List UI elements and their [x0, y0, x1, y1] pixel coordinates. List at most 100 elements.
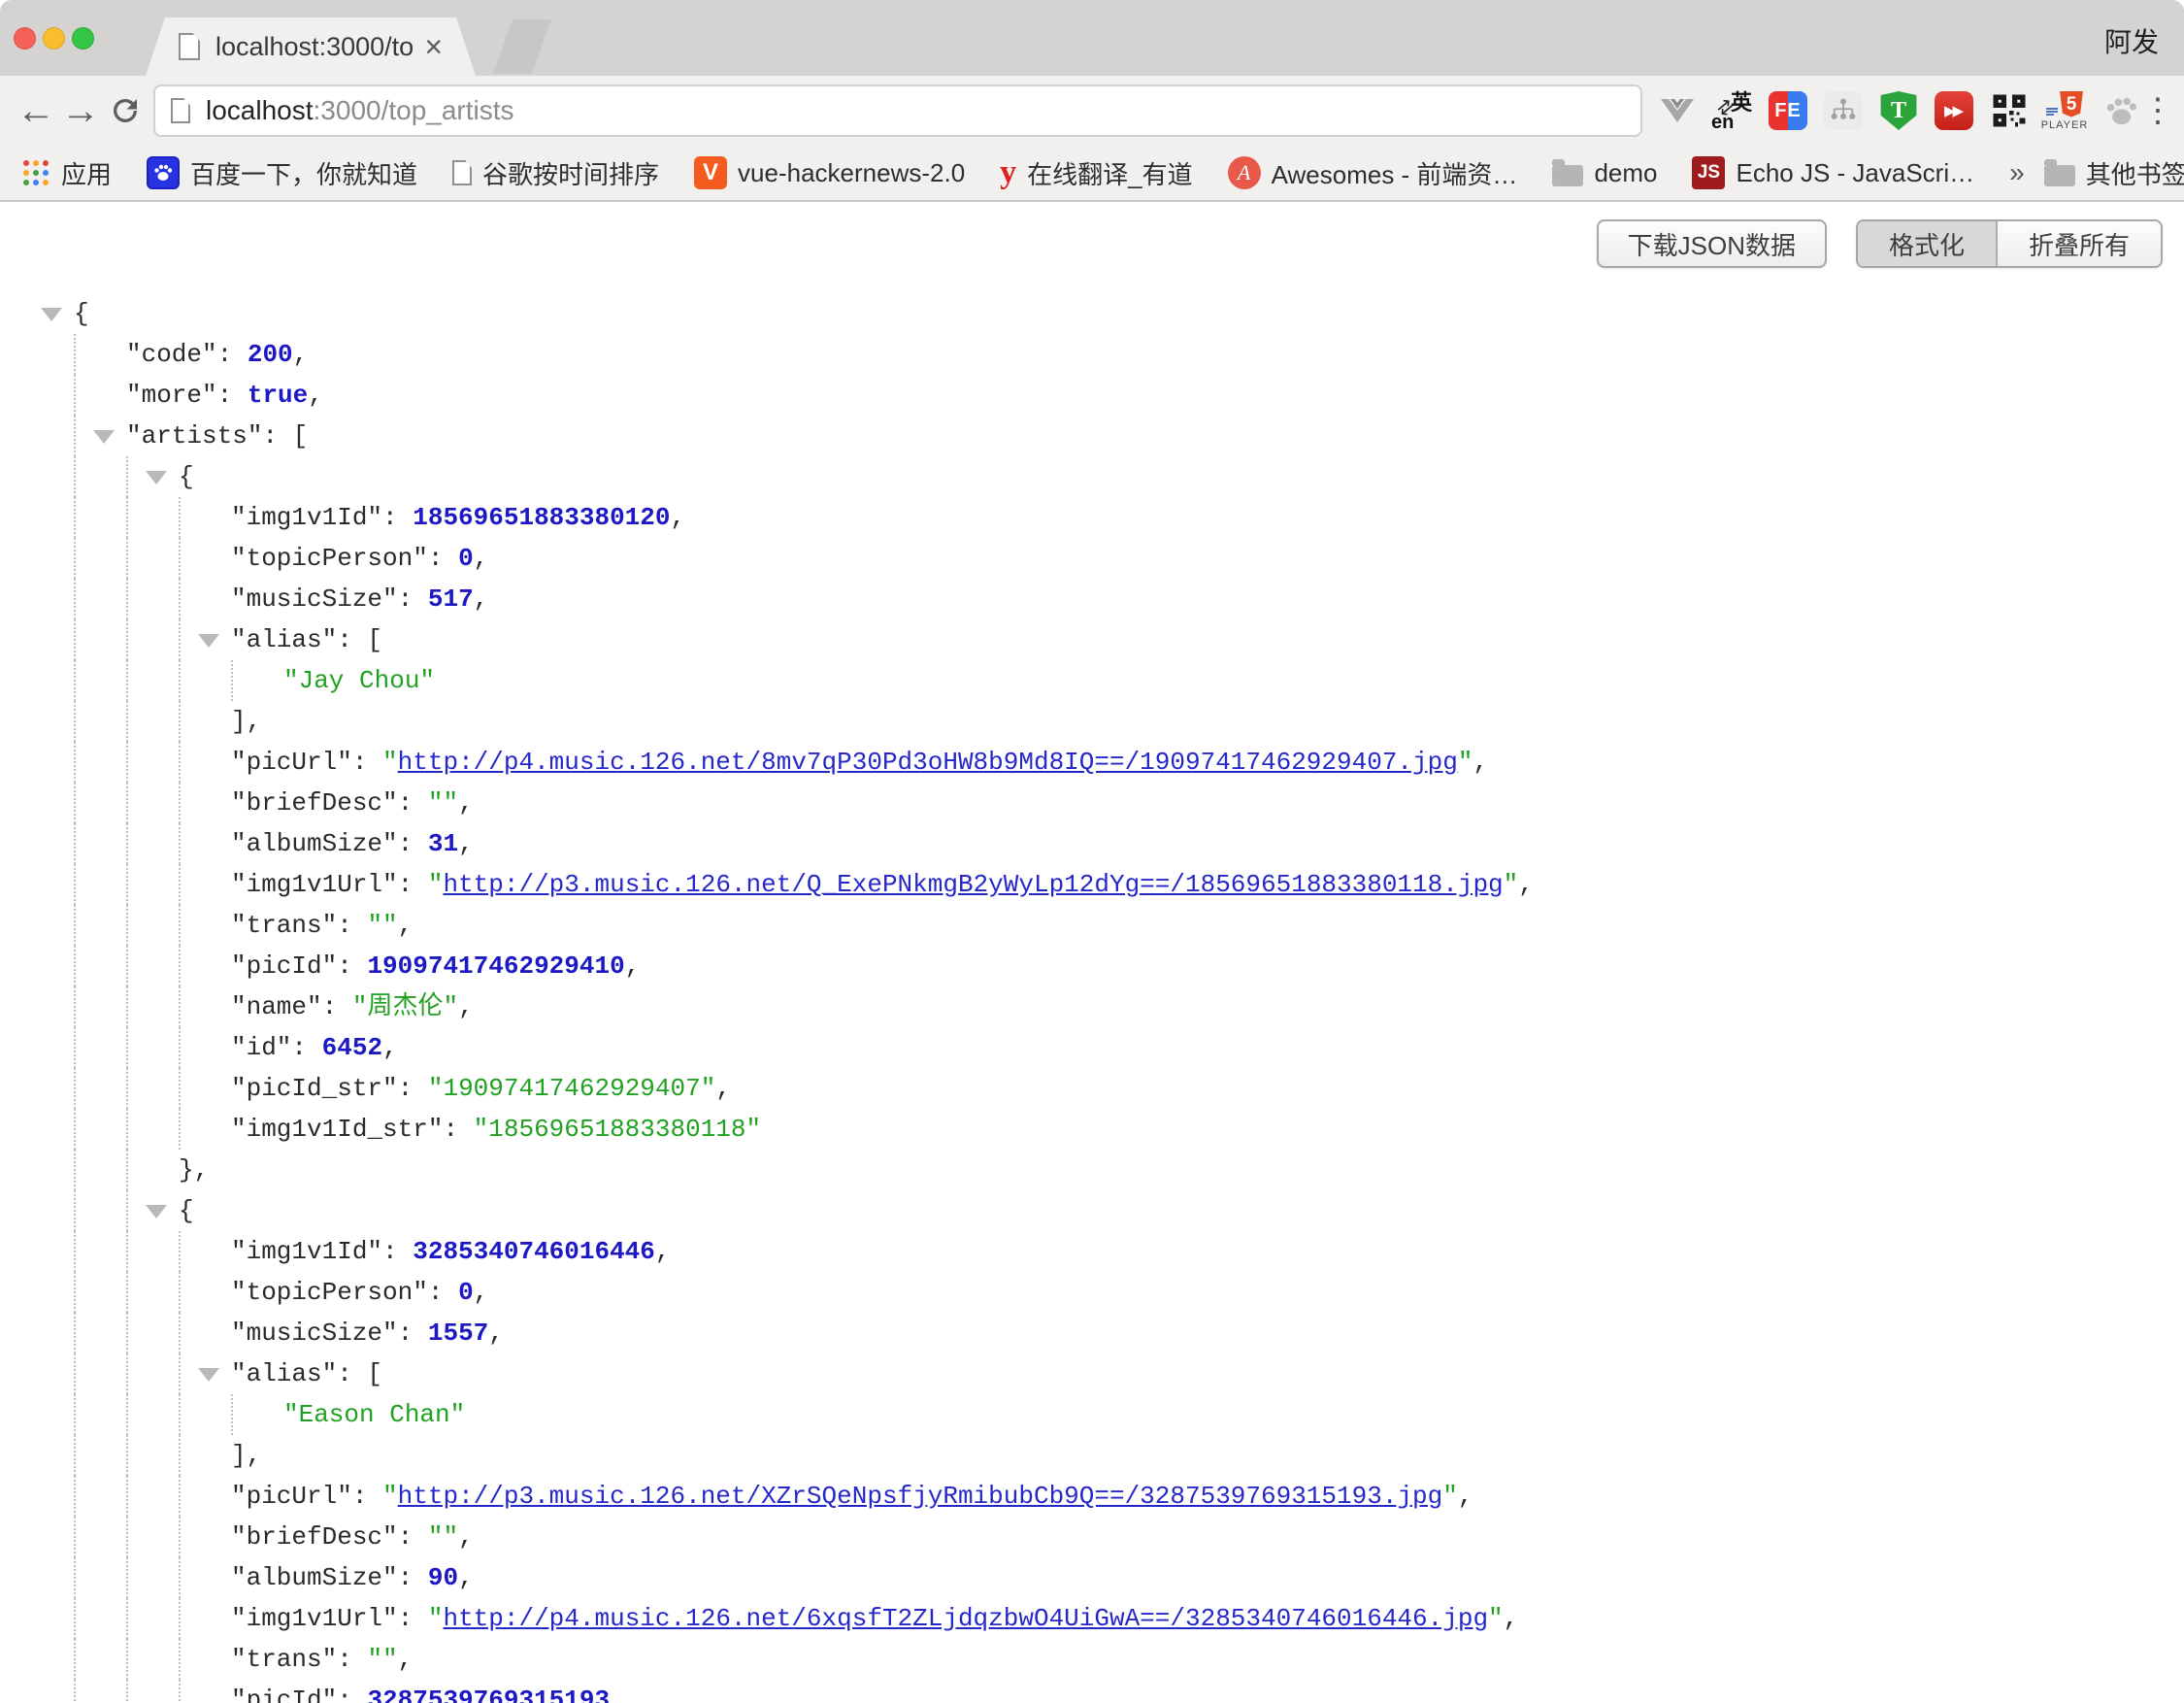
- download-json-button[interactable]: 下载JSON数据: [1597, 219, 1827, 268]
- indent-guide: [74, 946, 76, 986]
- view-mode-segmented-control: 格式化 折叠所有: [1856, 219, 2163, 268]
- address-bar[interactable]: localhost:3000/top_artists: [153, 84, 1642, 137]
- json-url-link[interactable]: http://p3.music.126.net/XZrSQeNpsfjyRmib…: [398, 1482, 1443, 1511]
- json-token-n: 3287539769315193: [367, 1686, 610, 1703]
- indent-guide: [179, 538, 181, 579]
- qrcode-extension-icon[interactable]: [1988, 87, 2031, 134]
- json-url-link[interactable]: http://p4.music.126.net/8mv7qP30Pd3oHW8b…: [398, 748, 1458, 777]
- json-token-k: "more": [126, 381, 217, 410]
- json-token-s: "周杰伦": [352, 992, 458, 1021]
- bookmark-baidu[interactable]: 百度一下，你就知道: [147, 155, 417, 191]
- json-url-link[interactable]: http://p4.music.126.net/6xqsfT2ZLjdqzbwO…: [443, 1604, 1488, 1633]
- fullscreen-window-button[interactable]: [72, 27, 94, 50]
- indent-guide: [74, 742, 76, 783]
- json-line: "musicSize": 517,: [0, 579, 2184, 619]
- video-fastforward-icon[interactable]: ▶▶: [1933, 87, 1975, 134]
- active-tab[interactable]: localhost:3000/top_artists ×: [146, 17, 476, 76]
- json-token-s: ": [428, 870, 444, 899]
- indent-guide: [126, 497, 128, 538]
- reload-button[interactable]: [103, 93, 148, 128]
- json-line: "Jay Chou": [0, 660, 2184, 701]
- indent-guide: [179, 1068, 181, 1109]
- json-url-link[interactable]: http://p3.music.126.net/Q_ExePNkmgB2yWyL…: [443, 870, 1503, 899]
- json-line: "trans": "",: [0, 1639, 2184, 1680]
- json-token-p: {: [74, 299, 89, 328]
- json-token-p: :: [398, 1522, 428, 1552]
- collapse-all-button[interactable]: 折叠所有: [1996, 221, 2161, 266]
- json-token-n: 3285340746016446: [413, 1237, 655, 1266]
- bookmark-awesomes[interactable]: A Awesomes - 前端资…: [1228, 155, 1518, 191]
- tab-strip: localhost:3000/top_artists × 阿发: [0, 0, 2184, 76]
- translate-extension-icon[interactable]: 英 en ⇄: [1711, 87, 1754, 134]
- json-line: {: [0, 456, 2184, 497]
- json-token-p: :: [398, 1604, 428, 1633]
- collapse-arrow-icon[interactable]: [198, 634, 219, 648]
- other-bookmarks[interactable]: 其他书签: [2044, 155, 2184, 191]
- collapse-arrow-icon[interactable]: [198, 1368, 219, 1382]
- bookmark-google-sort[interactable]: 谷歌按时间排序: [452, 155, 659, 191]
- indent-guide: [74, 497, 76, 538]
- json-token-p: : [: [337, 1359, 382, 1388]
- bookmarks-overflow-chevron[interactable]: »: [2009, 157, 2025, 188]
- browser-menu-button[interactable]: ⋮: [2141, 91, 2170, 130]
- bookmark-youdao[interactable]: y 在线翻译_有道: [1000, 155, 1192, 191]
- html5-player-icon[interactable]: 5 PLAYER: [2043, 87, 2086, 134]
- indent-guide: [126, 579, 128, 619]
- json-token-n: 19097417462929410: [367, 952, 624, 981]
- json-token-k: "name": [231, 992, 322, 1021]
- json-token-n: 0: [458, 1278, 474, 1307]
- tampermonkey-icon[interactable]: T: [1877, 87, 1920, 134]
- json-token-s: "Jay Chou": [283, 666, 435, 695]
- fe-extension-icon[interactable]: FE: [1767, 87, 1809, 134]
- indent-guide: [126, 1190, 128, 1231]
- bookmark-echojs[interactable]: JS Echo JS - JavaScri…: [1692, 156, 1974, 189]
- indent-guide: [179, 1639, 181, 1680]
- new-tab-button[interactable]: [493, 19, 551, 74]
- json-token-k: "topicPerson": [231, 1278, 428, 1307]
- bookmark-demo-folder[interactable]: demo: [1552, 158, 1657, 188]
- profile-name[interactable]: 阿发: [2104, 21, 2159, 60]
- indent-guide: [126, 619, 128, 660]
- forward-button[interactable]: →: [58, 91, 103, 130]
- json-token-p: ,: [474, 584, 489, 614]
- json-line: "picId_str": "19097417462929407",: [0, 1068, 2184, 1109]
- json-token-p: :: [398, 1074, 428, 1103]
- json-token-p: ],: [231, 707, 261, 736]
- tab-close-icon[interactable]: ×: [424, 31, 443, 62]
- collapse-arrow-icon[interactable]: [146, 1205, 167, 1219]
- indent-guide: [179, 579, 181, 619]
- json-token-p: :: [398, 1319, 428, 1348]
- close-window-button[interactable]: [14, 27, 36, 50]
- indent-guide: [74, 538, 76, 579]
- sitemap-extension-icon[interactable]: [1822, 87, 1865, 134]
- bookmark-vue-hackernews[interactable]: V vue-hackernews-2.0: [694, 156, 965, 189]
- paw-extension-icon[interactable]: [2099, 87, 2141, 134]
- json-token-n: 90: [428, 1563, 458, 1592]
- indent-guide: [74, 1435, 76, 1476]
- json-token-n: 18569651883380120: [413, 503, 670, 532]
- extension-icons: 英 en ⇄ FE T ▶▶: [1656, 87, 2141, 134]
- json-token-k: "trans": [231, 911, 337, 940]
- json-token-k: "briefDesc": [231, 788, 398, 818]
- json-token-p: :: [398, 829, 428, 858]
- indent-guide: [179, 1680, 181, 1703]
- indent-guide: [126, 1639, 128, 1680]
- json-token-p: ,: [1504, 1604, 1519, 1633]
- back-button[interactable]: ←: [14, 91, 58, 130]
- collapse-arrow-icon[interactable]: [41, 308, 62, 321]
- indent-guide: [179, 701, 181, 742]
- minimize-window-button[interactable]: [43, 27, 65, 50]
- json-token-n: 31: [428, 829, 458, 858]
- json-line: "img1v1Id_str": "18569651883380118": [0, 1109, 2184, 1150]
- collapse-arrow-icon[interactable]: [93, 430, 115, 444]
- json-token-k: "picUrl": [231, 1482, 352, 1511]
- json-token-p: ,: [610, 1686, 625, 1703]
- browser-window: localhost:3000/top_artists × 阿发 ← → loca…: [0, 0, 2184, 1703]
- format-button[interactable]: 格式化: [1858, 221, 1996, 266]
- json-token-n: true: [248, 381, 308, 410]
- vue-devtools-icon[interactable]: [1656, 87, 1699, 134]
- collapse-arrow-icon[interactable]: [146, 471, 167, 484]
- json-token-p: :: [443, 1115, 473, 1144]
- bookmark-apps[interactable]: 应用: [21, 155, 112, 191]
- json-line: "alias": [: [0, 1353, 2184, 1394]
